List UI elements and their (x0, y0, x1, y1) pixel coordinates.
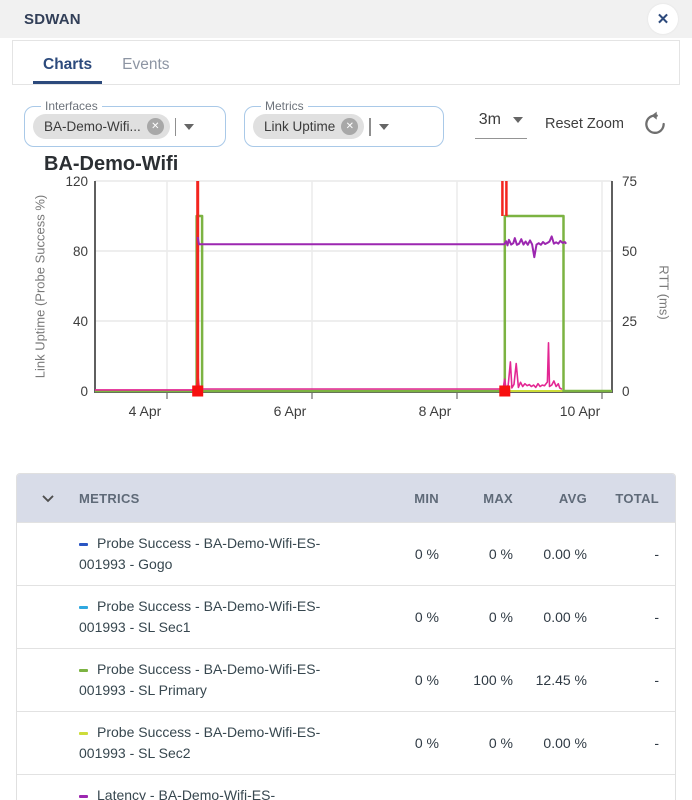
avg-value: 0.00 % (529, 544, 603, 564)
max-value: 0 % (455, 607, 529, 627)
metrics-table: METRICS MIN MAX AVG TOTAL Probe Success … (16, 473, 676, 800)
chevron-down-icon[interactable] (184, 124, 194, 130)
column-header-max: MAX (455, 491, 529, 506)
total-value: - (603, 607, 675, 627)
filters-row: Interfaces BA-Demo-Wifi... ✕ Metrics Lin… (24, 99, 668, 147)
dialog-header: SDWAN ✕ (0, 0, 692, 38)
close-icon: ✕ (657, 10, 670, 28)
column-header-metrics: METRICS (79, 491, 387, 506)
event-marker[interactable] (192, 386, 203, 397)
interface-chip-label: BA-Demo-Wifi... (44, 119, 141, 134)
total-value: - (603, 544, 675, 564)
interfaces-label: Interfaces (41, 99, 102, 113)
table-row[interactable]: Latency - BA-Demo-Wifi-ES-001993 - SL Pr… (17, 774, 675, 800)
series-color-bullet (79, 543, 88, 546)
metrics-label: Metrics (261, 99, 308, 113)
y-right-tick-label: 75 (622, 174, 637, 189)
time-range-value: 3m (479, 111, 501, 129)
min-value: 0 % (387, 544, 455, 564)
metric-name: Probe Success - BA-Demo-Wifi-ES-001993 -… (79, 598, 320, 635)
series-color-bullet (79, 732, 88, 735)
time-range-select[interactable]: 3m (475, 109, 527, 139)
metric-name: Probe Success - BA-Demo-Wifi-ES-001993 -… (79, 661, 320, 698)
max-value: 57.99 ms (455, 796, 529, 800)
tab-charts[interactable]: Charts (33, 41, 102, 84)
metric-chip[interactable]: Link Uptime ✕ (253, 114, 364, 139)
y-right-tick-label: 50 (622, 244, 637, 259)
total-value: - (603, 670, 675, 690)
event-marker[interactable] (499, 386, 510, 397)
tabs-row: Charts Events (13, 41, 679, 84)
time-controls: 3m Reset Zoom (475, 99, 668, 139)
max-value: 0 % (455, 544, 529, 564)
tabs-card: Charts Events (12, 40, 680, 85)
refresh-icon (642, 111, 668, 137)
series-color-bullet (79, 669, 88, 672)
y-right-tick-label: 25 (622, 314, 637, 329)
metric-name: Latency - BA-Demo-Wifi-ES-001993 - SL Pr… (79, 787, 275, 800)
column-header-total: TOTAL (603, 491, 675, 506)
y-left-tick-label: 40 (73, 314, 88, 329)
series-color-bullet (79, 795, 88, 798)
avg-value: 0.00 % (529, 733, 603, 753)
metric-name-cell: Probe Success - BA-Demo-Wifi-ES-001993 -… (79, 659, 387, 701)
avg-value: 0.00 % (529, 607, 603, 627)
metric-name: Probe Success - BA-Demo-Wifi-ES-001993 -… (79, 724, 320, 761)
metric-name-cell: Latency - BA-Demo-Wifi-ES-001993 - SL Pr… (79, 785, 387, 800)
series-color-bullet (79, 606, 88, 609)
metric-chip-label: Link Uptime (264, 119, 335, 134)
x-tick-label: 4 Apr (129, 403, 162, 419)
min-value: 48.8 ms (387, 796, 455, 800)
chart-plot[interactable]: 4 Apr 6 Apr 8 Apr 10 Apr 120 80 40 0 75 50 25 0 (0, 151, 692, 445)
min-value: 0 % (387, 670, 455, 690)
y-right-tick-label: 0 (622, 384, 630, 399)
y-left-tick-label: 80 (73, 244, 88, 259)
table-row[interactable]: Probe Success - BA-Demo-Wifi-ES-001993 -… (17, 711, 675, 774)
metric-name-cell: Probe Success - BA-Demo-Wifi-ES-001993 -… (79, 533, 387, 575)
text-cursor (369, 118, 371, 136)
tab-events[interactable]: Events (112, 41, 179, 84)
column-header-min: MIN (387, 491, 455, 506)
metric-name: Probe Success - BA-Demo-Wifi-ES-001993 -… (79, 535, 320, 572)
total-value: - (603, 796, 675, 800)
interfaces-select[interactable]: Interfaces BA-Demo-Wifi... ✕ (24, 99, 226, 147)
dialog-title: SDWAN (24, 11, 81, 28)
max-value: 0 % (455, 733, 529, 753)
series-line-latency-sl-primary (198, 236, 567, 257)
refresh-button[interactable] (642, 111, 668, 137)
y-left-tick-label: 120 (65, 174, 88, 189)
table-row[interactable]: Probe Success - BA-Demo-Wifi-ES-001993 -… (17, 585, 675, 648)
metric-name-cell: Probe Success - BA-Demo-Wifi-ES-001993 -… (79, 596, 387, 638)
chevron-down-icon[interactable] (379, 124, 389, 130)
min-value: 0 % (387, 607, 455, 627)
table-row[interactable]: Probe Success - BA-Demo-Wifi-ES-001993 -… (17, 522, 675, 585)
min-value: 0 % (387, 733, 455, 753)
table-body: Probe Success - BA-Demo-Wifi-ES-001993 -… (17, 522, 675, 800)
chevron-down-icon (513, 117, 523, 123)
interface-chip[interactable]: BA-Demo-Wifi... ✕ (33, 114, 170, 139)
metrics-select[interactable]: Metrics Link Uptime ✕ (244, 99, 444, 147)
series-line-probe-sl-primary (95, 216, 612, 391)
close-button[interactable]: ✕ (648, 4, 678, 34)
chip-remove-icon[interactable]: ✕ (341, 118, 358, 135)
chevron-down-icon (38, 488, 58, 508)
collapse-table-button[interactable] (17, 488, 79, 508)
table-header: METRICS MIN MAX AVG TOTAL (17, 474, 675, 522)
reset-zoom-button[interactable]: Reset Zoom (545, 116, 624, 132)
table-row[interactable]: Probe Success - BA-Demo-Wifi-ES-001993 -… (17, 648, 675, 711)
chip-remove-icon[interactable]: ✕ (147, 118, 164, 135)
max-value: 100 % (455, 670, 529, 690)
x-tick-label: 6 Apr (274, 403, 307, 419)
chart-area: BA-Demo-Wifi Link Uptime (Probe Success … (0, 151, 692, 445)
avg-value: 52.41 ms (529, 796, 603, 800)
y-left-tick-label: 0 (80, 384, 88, 399)
total-value: - (603, 733, 675, 753)
text-cursor (175, 118, 177, 136)
metric-name-cell: Probe Success - BA-Demo-Wifi-ES-001993 -… (79, 722, 387, 764)
column-header-avg: AVG (529, 491, 603, 506)
series-line-magenta-line (95, 343, 562, 390)
x-tick-label: 10 Apr (560, 403, 601, 419)
x-tick-label: 8 Apr (419, 403, 452, 419)
avg-value: 12.45 % (529, 670, 603, 690)
